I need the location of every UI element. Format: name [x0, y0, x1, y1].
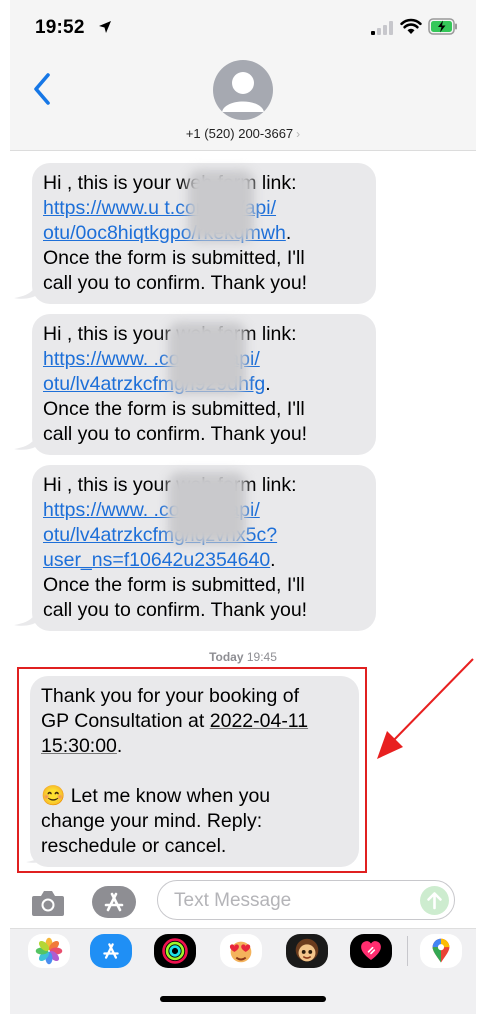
timestamp-time: 19:45 — [246, 650, 277, 664]
photos-flower-icon — [35, 937, 63, 965]
redaction-blur — [168, 322, 246, 394]
cellular-signal-icon — [371, 21, 393, 35]
message-input-placeholder: Text Message — [174, 890, 292, 911]
google-maps-app-icon[interactable] — [420, 934, 462, 968]
contact-avatar[interactable] — [213, 60, 273, 120]
person-silhouette-icon — [222, 72, 264, 112]
message-text: . — [285, 222, 292, 244]
google-maps-pin-icon — [432, 938, 450, 963]
send-button[interactable] — [420, 886, 449, 915]
wifi-icon — [400, 18, 422, 34]
camera-icon[interactable] — [30, 888, 66, 918]
back-chevron-icon[interactable] — [32, 72, 52, 106]
timestamp-day: Today — [209, 650, 244, 664]
message-text: . — [265, 373, 271, 395]
contact-name[interactable]: +1 (520) 200-3667 › — [10, 126, 476, 141]
message-line: call you to confirm. Thank you! — [43, 599, 308, 621]
app-store-icon — [103, 943, 119, 959]
fitness-app-icon[interactable] — [154, 934, 196, 968]
annotation-arrow — [377, 658, 474, 759]
message-link[interactable]: user_ns=f10642u2354640 — [43, 549, 270, 571]
app-store-app-icon[interactable] — [90, 934, 132, 968]
message-line: Once the form is submitted, I'll — [43, 574, 305, 596]
conversation-header: 19:52 +1 (520) 200-3667 › — [10, 0, 476, 151]
message-text: . — [270, 549, 276, 571]
message-line: Once the form is submitted, I'll — [43, 247, 305, 269]
annotation-highlight-box — [17, 667, 367, 873]
photos-app-icon[interactable] — [28, 934, 70, 968]
animoji-app-icon[interactable] — [286, 934, 328, 968]
home-indicator[interactable] — [160, 996, 326, 1002]
message-line: Once the form is submitted, I'll — [43, 398, 305, 420]
contact-chevron-icon: › — [296, 127, 301, 141]
drawer-separator — [407, 936, 408, 966]
memoji-stickers-app-icon[interactable] — [220, 934, 262, 968]
message-input[interactable]: Text Message — [157, 880, 455, 920]
messages-screen: 19:52 +1 (520) 200-3667 › Hi , this is y… — [10, 0, 476, 1014]
page-margin — [0, 0, 10, 1013]
redaction-blur — [188, 170, 254, 242]
redaction-blur — [168, 472, 246, 544]
status-time: 19:52 — [35, 17, 85, 38]
animoji-face-icon — [295, 938, 319, 962]
heart-touch-icon — [361, 941, 381, 961]
digital-touch-app-icon[interactable] — [350, 934, 392, 968]
activity-rings-icon — [162, 938, 188, 964]
send-arrow-icon — [427, 892, 442, 910]
app-store-button[interactable] — [92, 886, 136, 918]
app-store-a-icon — [104, 892, 124, 912]
message-line: call you to confirm. Thank you! — [43, 423, 308, 445]
memoji-hearts-icon — [229, 941, 252, 963]
battery-charging-icon — [428, 18, 457, 35]
contact-number: +1 (520) 200-3667 — [185, 126, 294, 141]
message-line: call you to confirm. Thank you! — [43, 272, 308, 294]
location-arrow-icon — [99, 21, 111, 33]
